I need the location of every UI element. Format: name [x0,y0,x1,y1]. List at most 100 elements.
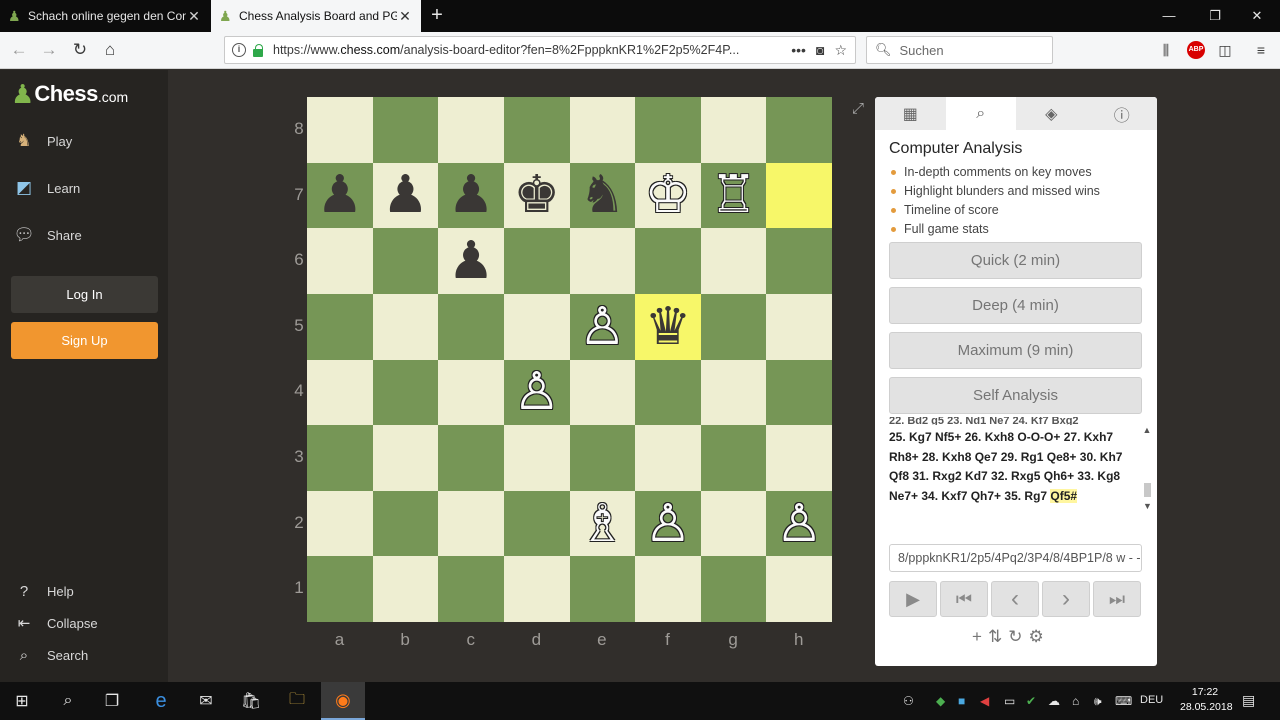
back-button[interactable]: ← [6,38,32,62]
chess-piece[interactable]: ♙ [776,498,823,550]
url-bar[interactable]: i https://www.chess.com/analysis-board-e… [224,36,856,64]
square-h3[interactable] [766,425,832,491]
square-h2[interactable]: ♙ [766,490,832,557]
pocket-icon[interactable]: ◙ [816,42,824,58]
square-a2[interactable] [307,490,373,557]
square-h8[interactable] [766,97,832,163]
tab-board-setup[interactable]: ▦ [875,97,946,130]
chess-piece[interactable]: ♟ [382,169,429,221]
square-f3[interactable] [635,425,701,491]
reload-button[interactable]: ↻ [67,38,93,62]
url-text[interactable]: https://www.chess.com/analysis-board-edi… [273,43,748,57]
square-e4[interactable] [569,359,636,426]
square-e5[interactable]: ♙ [569,293,636,360]
chess-board[interactable]: ♟ ♟ ♟ ♚ ♞ ♔ ♖ ♟ ♙ ♛ ♙ ♗ ♙ ♙ [307,97,832,622]
square-b6[interactable] [372,228,439,294]
square-d1[interactable] [503,556,570,622]
menu-icon[interactable]: ≡ [1251,40,1271,60]
firefox-icon[interactable]: ◉ [321,682,365,720]
play-button[interactable]: ▶ [889,581,937,617]
square-e8[interactable] [569,97,636,163]
home-button[interactable]: ⌂ [97,38,123,62]
square-f7[interactable]: ♔ [635,162,701,229]
square-d7[interactable]: ♚ [503,162,570,229]
flip-board-icon[interactable]: ⇅ [988,627,1002,647]
scroll-up-icon[interactable]: ▲ [1141,425,1153,435]
sidebar-collapse[interactable]: ⇤ Collapse [14,613,98,633]
forward-button[interactable]: → [36,38,62,62]
square-h5[interactable] [766,293,832,360]
square-a6[interactable] [307,228,373,294]
next-move-button[interactable]: › [1042,581,1090,617]
self-analysis-button[interactable]: Self Analysis [889,377,1142,414]
tab-chess-computer[interactable]: ♟ Schach online gegen den Comp ✕ [0,0,210,32]
explorer-icon[interactable]: 🗀 [275,682,319,720]
language-indicator[interactable]: DEU [1140,694,1163,706]
square-e6[interactable] [569,228,636,294]
task-view-icon[interactable]: ❐ [90,682,134,720]
square-c6[interactable]: ♟ [438,228,504,294]
maximum-analysis-button[interactable]: Maximum (9 min) [889,332,1142,369]
square-b3[interactable] [372,425,439,491]
square-e2[interactable]: ♗ [569,490,636,557]
square-c8[interactable] [438,97,504,163]
square-g4[interactable] [700,359,767,426]
sidebar-toggle-icon[interactable]: ◫ [1215,40,1235,60]
square-a8[interactable] [307,97,373,163]
square-b5[interactable] [372,293,439,360]
square-c2[interactable] [438,490,504,557]
square-d8[interactable] [503,97,570,163]
device-icon[interactable]: ▭ [1004,694,1015,708]
chess-piece[interactable]: ♟ [448,235,495,287]
volume-muted-icon[interactable]: ◀ [980,694,989,708]
square-c5[interactable] [438,293,504,360]
deep-analysis-button[interactable]: Deep (4 min) [889,287,1142,324]
new-tab-button[interactable]: + [426,4,448,28]
chess-piece[interactable]: ♔ [645,169,692,221]
bookmark-star-icon[interactable]: ☆ [834,42,847,59]
chess-piece[interactable]: ♛ [645,301,692,353]
fen-input[interactable]: 8/pppknKR1/2p5/4Pq2/3P4/8/4BP1P/8 w - - … [889,544,1142,572]
square-g7[interactable]: ♖ [700,162,767,229]
first-move-button[interactable]: ⏮ [940,581,988,617]
move-list[interactable]: 22. Bd2 g5 23. Nd1 Ne7 24. Kf7 Bxg2 25. … [889,417,1139,515]
square-f2[interactable]: ♙ [635,490,701,557]
chess-piece[interactable]: ♙ [645,498,692,550]
square-g5[interactable] [700,293,767,360]
minimize-button[interactable]: — [1146,0,1192,32]
search-icon[interactable]: ⌕ [46,682,90,720]
square-d2[interactable] [503,490,570,557]
security-icon[interactable]: ◆ [936,694,945,708]
square-g1[interactable] [700,556,767,622]
square-f6[interactable] [635,228,701,294]
square-b8[interactable] [372,97,439,163]
square-e3[interactable] [569,425,636,491]
sidebar-item-share[interactable]: 💬︎ Share [12,222,82,248]
store-icon[interactable]: 🛍︎ [229,682,273,720]
square-h4[interactable] [766,359,832,426]
settings-icon[interactable]: ⚙ [1028,627,1043,647]
add-icon[interactable]: + [972,627,982,647]
close-tab-icon[interactable]: ✕ [186,8,202,25]
square-c7[interactable]: ♟ [438,162,504,229]
mail-icon[interactable]: ✉ [184,682,228,720]
cloud-icon[interactable]: ☁ [1048,694,1060,708]
square-g6[interactable] [700,228,767,294]
expand-board-icon[interactable]: ⤢ [852,100,864,117]
chess-com-logo[interactable]: ♟ Chess .com [11,80,128,108]
square-f1[interactable] [635,556,701,622]
square-d6[interactable] [503,228,570,294]
clock[interactable]: 17:22 28.05.2018 [1180,685,1233,715]
tab-openings[interactable]: ◈ [1016,97,1087,130]
chess-piece[interactable]: ♟ [448,169,495,221]
square-f4[interactable] [635,359,701,426]
app-tray-icon[interactable]: ■ [958,694,965,708]
sidebar-item-play[interactable]: ♞ Play [12,128,72,154]
square-a7[interactable]: ♟ [307,162,373,229]
maximize-button[interactable]: ❐ [1192,0,1238,32]
chess-piece[interactable]: ♚ [513,169,560,221]
adblock-icon[interactable]: ABP [1187,41,1205,59]
tab-analysis-board[interactable]: ♟ Chess Analysis Board and PGN ✕ [211,0,421,32]
reset-icon[interactable]: ↻ [1008,627,1022,647]
notification-icon[interactable]: ▤ [1242,692,1255,709]
